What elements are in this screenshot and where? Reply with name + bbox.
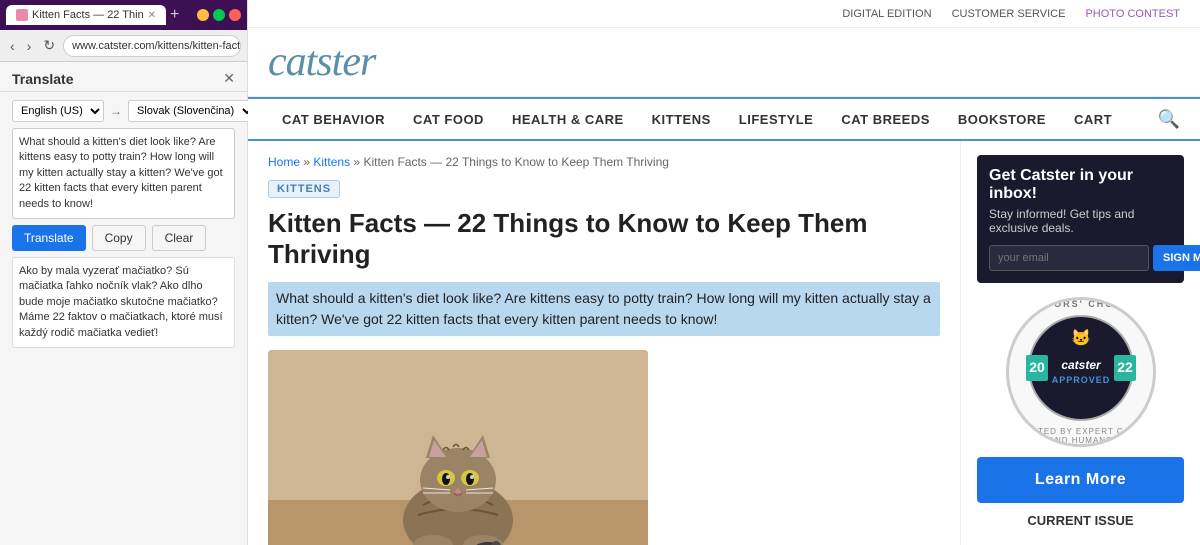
copy-button[interactable]: Copy [92, 225, 146, 251]
newsletter-title: Get Catster in your inbox! [989, 167, 1172, 203]
nav-item-health-care[interactable]: HEALTH & CARE [498, 97, 638, 141]
svg-text:🐱: 🐱 [1071, 329, 1091, 347]
editors-choice-badge: EDITORS' CHOICE 🐱 catster APPROVED [1006, 297, 1156, 447]
nav-label-lifestyle: LIFESTYLE [739, 112, 814, 127]
badge-bottom-text: TESTED BY EXPERT CATS AND HUMANS [1019, 427, 1143, 445]
nav-item-cart[interactable]: CART [1060, 97, 1126, 141]
address-bar[interactable]: www.catster.com/kittens/kitten-facts-thi… [63, 35, 241, 57]
article-title: Kitten Facts — 22 Things to Know to Keep… [268, 208, 940, 270]
email-row: SIGN ME UP [989, 245, 1172, 271]
translate-section: English (US) → Slovak (Slovenčina) What … [0, 92, 247, 356]
url-text: www.catster.com/kittens/kitten-facts-thi… [72, 40, 241, 52]
back-button[interactable]: ‹ [6, 36, 19, 56]
nav-item-lifestyle[interactable]: LIFESTYLE [725, 97, 828, 141]
window-controls [197, 9, 241, 21]
browser-chrome: Kitten Facts — 22 Things to... ✕ + [0, 0, 247, 30]
close-btn[interactable] [229, 9, 241, 21]
badge-svg: 🐱 catster APPROVED 20 22 [1026, 313, 1136, 423]
active-tab[interactable]: Kitten Facts — 22 Things to... ✕ [6, 5, 166, 25]
editors-choice-section: EDITORS' CHOICE 🐱 catster APPROVED [977, 297, 1184, 528]
breadcrumb-sep2: » [353, 155, 360, 169]
translate-button[interactable]: Translate [12, 225, 86, 251]
minimize-btn[interactable] [197, 9, 209, 21]
catster-logo[interactable]: catster [268, 38, 375, 86]
navigation-bar: CAT BEHAVIOR CAT FOOD HEALTH & CARE KITT… [248, 97, 1200, 141]
forward-button[interactable]: › [23, 36, 36, 56]
breadcrumb-home[interactable]: Home [268, 155, 300, 169]
nav-label-cart: CART [1074, 112, 1112, 127]
nav-label-bookstore: BOOKSTORE [958, 112, 1046, 127]
breadcrumb-kittens[interactable]: Kittens [313, 155, 350, 169]
main-content: DIGITAL EDITION CUSTOMER SERVICE PHOTO C… [248, 0, 1200, 545]
search-icon[interactable]: 🔍 [1158, 109, 1180, 130]
nav-item-cat-food[interactable]: CAT FOOD [399, 97, 498, 141]
article-area: Home » Kittens » Kitten Facts — 22 Thing… [248, 141, 960, 545]
clear-button[interactable]: Clear [152, 225, 207, 251]
translate-input-text[interactable]: What should a kitten's diet look like? A… [12, 128, 235, 219]
tab-close-btn[interactable]: ✕ [148, 10, 156, 21]
language-arrow-icon: → [110, 104, 122, 118]
newsletter-box: Get Catster in your inbox! Stay informed… [977, 155, 1184, 283]
nav-label-cat-behavior: CAT BEHAVIOR [282, 112, 385, 127]
nav-item-cat-behavior[interactable]: CAT BEHAVIOR [268, 97, 399, 141]
learn-more-button[interactable]: Learn More [977, 457, 1184, 503]
svg-text:22: 22 [1117, 359, 1133, 375]
to-language-select[interactable]: Slovak (Slovenčina) [128, 100, 256, 122]
new-tab-btn[interactable]: + [170, 6, 179, 24]
customer-service-link[interactable]: CUSTOMER SERVICE [952, 8, 1066, 20]
left-panel: Kitten Facts — 22 Things to... ✕ + ‹ › ↻… [0, 0, 248, 545]
nav-item-bookstore[interactable]: BOOKSTORE [944, 97, 1060, 141]
nav-label-health-care: HEALTH & CARE [512, 112, 624, 127]
tab-label: Kitten Facts — 22 Things to... [32, 9, 144, 21]
language-row: English (US) → Slovak (Slovenčina) [12, 100, 235, 122]
newsletter-subtitle: Stay informed! Get tips and exclusive de… [989, 207, 1172, 235]
article-intro: What should a kitten's diet look like? A… [268, 282, 940, 336]
photo-contest-link[interactable]: PHOTO CONTEST [1085, 8, 1180, 20]
sidebar-title: Translate [12, 71, 73, 87]
sidebar-close-button[interactable]: ✕ [223, 70, 235, 87]
kittens-badge[interactable]: KITTENS [268, 180, 340, 198]
breadcrumb-sep1: » [303, 155, 310, 169]
sidebar-header: Translate ✕ [0, 62, 247, 92]
tab-favicon [16, 9, 28, 21]
article-image [268, 350, 648, 545]
nav-item-cat-breeds[interactable]: CAT BREEDS [827, 97, 944, 141]
refresh-button[interactable]: ↻ [39, 35, 59, 56]
signup-button[interactable]: SIGN ME UP [1153, 245, 1200, 271]
from-language-select[interactable]: English (US) [12, 100, 104, 122]
browser-toolbar: ‹ › ↻ www.catster.com/kittens/kitten-fac… [0, 30, 247, 62]
breadcrumb-current: Kitten Facts — 22 Things to Know to Keep… [363, 155, 669, 169]
translate-buttons: Translate Copy Clear [12, 225, 235, 251]
svg-text:20: 20 [1029, 359, 1045, 375]
translate-panel: Translate ✕ English (US) → Slovak (Slove… [0, 62, 247, 545]
nav-item-kittens[interactable]: KITTENS [638, 97, 725, 141]
email-input[interactable] [989, 245, 1149, 271]
right-sidebar: Get Catster in your inbox! Stay informed… [960, 141, 1200, 545]
translated-output-text: Ako by mala vyzerať mačiatko? Sú mačiatk… [12, 257, 235, 348]
logo-bar: catster [248, 28, 1200, 97]
nav-label-kittens: KITTENS [652, 112, 711, 127]
utility-bar: DIGITAL EDITION CUSTOMER SERVICE PHOTO C… [248, 0, 1200, 28]
svg-text:catster: catster [1061, 358, 1102, 372]
page-layout: Home » Kittens » Kitten Facts — 22 Thing… [248, 141, 1200, 545]
maximize-btn[interactable] [213, 9, 225, 21]
current-issue-label: CURRENT ISSUE [1027, 513, 1133, 528]
tab-bar: Kitten Facts — 22 Things to... ✕ + [6, 5, 191, 25]
svg-text:APPROVED: APPROVED [1051, 375, 1110, 385]
nav-label-cat-breeds: CAT BREEDS [841, 112, 930, 127]
digital-edition-link[interactable]: DIGITAL EDITION [842, 8, 931, 20]
editors-choice-text: EDITORS' CHOICE [1026, 299, 1135, 309]
nav-label-cat-food: CAT FOOD [413, 112, 484, 127]
kitten-photo [268, 350, 648, 545]
breadcrumb: Home » Kittens » Kitten Facts — 22 Thing… [268, 155, 940, 169]
